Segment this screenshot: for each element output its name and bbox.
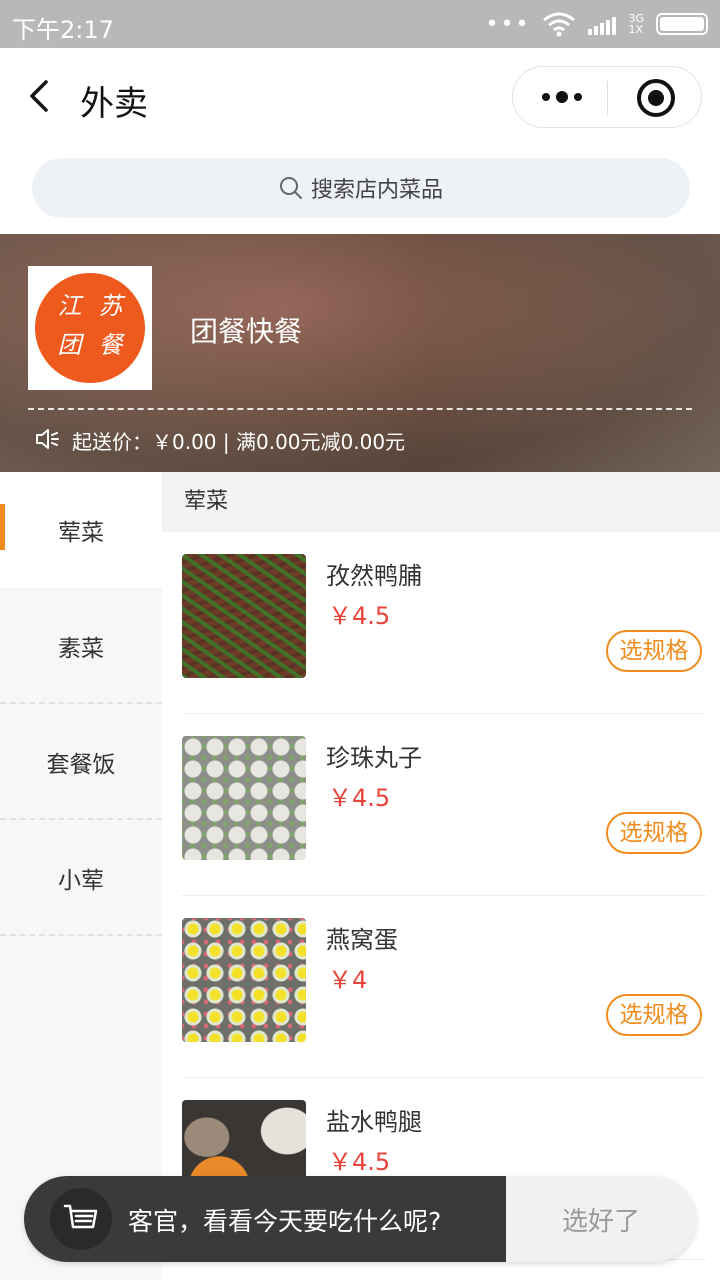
dish-item[interactable]: 珍珠丸子 ￥4.5 选规格 xyxy=(162,714,720,896)
cart-summary[interactable]: 客官，看看今天要吃什么呢? xyxy=(24,1176,506,1262)
notification-dots-icon: ••• xyxy=(485,11,531,37)
sidebar-item-small-meat[interactable]: 小荤 xyxy=(0,820,162,936)
sidebar-item-vegetable[interactable]: 素菜 xyxy=(0,588,162,704)
dish-image[interactable] xyxy=(182,736,306,860)
store-header: 江 苏 团 餐 团餐快餐 起送价：￥0.00 | 满0.00元减0.00元 xyxy=(0,234,720,472)
capsule-divider xyxy=(607,81,608,115)
select-spec-button[interactable]: 选规格 xyxy=(606,630,702,672)
dish-price: ￥4.5 xyxy=(328,1148,391,1176)
dish-name: 燕窝蛋 xyxy=(326,926,398,954)
dish-price: ￥4 xyxy=(328,966,368,994)
search-input[interactable]: 搜索店内菜品 xyxy=(32,158,690,218)
nav-bar: 外卖 xyxy=(0,48,720,144)
dish-item[interactable]: 孜然鸭脯 ￥4.5 选规格 xyxy=(162,532,720,714)
dish-image[interactable] xyxy=(182,554,306,678)
battery-icon xyxy=(656,13,708,35)
sidebar-item-set-meal[interactable]: 套餐饭 xyxy=(0,704,162,820)
wifi-icon xyxy=(543,12,576,37)
dish-price: ￥4.5 xyxy=(328,784,391,812)
back-arrow-icon[interactable] xyxy=(28,80,50,112)
dish-item[interactable]: 燕窝蛋 ￥4 选规格 xyxy=(162,896,720,1078)
cart-prompt: 客官，看看今天要吃什么呢? xyxy=(128,1207,442,1236)
confirm-button[interactable]: 选好了 xyxy=(506,1176,696,1262)
sidebar-item-meat[interactable]: 荤菜 xyxy=(0,472,162,588)
select-spec-button[interactable]: 选规格 xyxy=(606,994,702,1036)
search-area: 搜索店内菜品 xyxy=(0,144,720,234)
cart-icon xyxy=(63,1204,98,1229)
logo-char: 江 xyxy=(57,292,82,320)
dish-name: 珍珠丸子 xyxy=(326,744,422,772)
more-icon[interactable] xyxy=(535,81,589,113)
status-time: 下午2:17 xyxy=(12,16,114,44)
cart-bar: 客官，看看今天要吃什么呢? 选好了 xyxy=(24,1176,696,1262)
network-bottom: 1X xyxy=(628,23,644,36)
category-sidebar: 荤菜 素菜 套餐饭 小荤 xyxy=(0,472,162,1280)
dish-name: 盐水鸭腿 xyxy=(326,1108,422,1136)
cart-button[interactable] xyxy=(50,1188,112,1250)
category-title: 荤菜 xyxy=(162,472,720,532)
dish-image[interactable] xyxy=(182,918,306,1042)
logo-circle: 江 苏 团 餐 xyxy=(35,273,145,383)
dish-price: ￥4.5 xyxy=(328,602,391,630)
store-divider xyxy=(28,408,692,410)
dish-name: 孜然鸭脯 xyxy=(326,562,422,590)
logo-char: 团 xyxy=(57,331,82,359)
logo-char: 苏 xyxy=(98,292,123,320)
speaker-icon xyxy=(36,429,59,449)
dish-list: 荤菜 孜然鸭脯 ￥4.5 选规格 珍珠丸子 ￥4.5 选规格 燕窝蛋 ￥4 选规… xyxy=(162,472,720,1280)
signal-icon xyxy=(588,13,617,35)
close-target-icon[interactable] xyxy=(637,79,675,117)
store-logo: 江 苏 团 餐 xyxy=(28,266,152,390)
store-notice: 起送价：￥0.00 | 满0.00元减0.00元 xyxy=(72,430,406,454)
network-type: 3G 1X xyxy=(628,13,644,35)
search-icon xyxy=(279,177,302,199)
status-icons: ••• 3G 1X xyxy=(486,8,708,40)
page-title: 外卖 xyxy=(80,84,148,124)
search-placeholder: 搜索店内菜品 xyxy=(310,178,443,203)
store-name: 团餐快餐 xyxy=(190,315,303,348)
select-spec-button[interactable]: 选规格 xyxy=(606,812,702,854)
status-bar: 下午2:17 ••• 3G 1X xyxy=(0,0,720,48)
logo-char: 餐 xyxy=(98,331,123,359)
mini-program-capsule xyxy=(512,66,702,128)
